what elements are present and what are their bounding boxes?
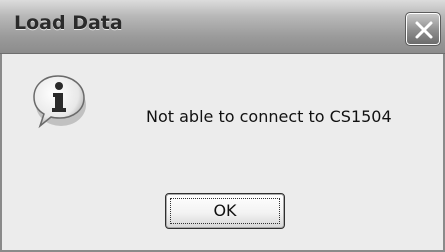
ok-button-label: OK (213, 201, 237, 220)
information-icon (33, 75, 86, 129)
title-bar[interactable]: Load Data (0, 0, 445, 54)
window-title: Load Data (14, 12, 123, 34)
close-button[interactable] (405, 12, 441, 46)
close-icon (415, 21, 433, 39)
ok-button[interactable]: OK (165, 193, 285, 229)
load-data-dialog: Load Data Not able to connect to CS1504 … (0, 0, 445, 252)
error-message: Not able to connect to CS1504 (146, 107, 392, 126)
